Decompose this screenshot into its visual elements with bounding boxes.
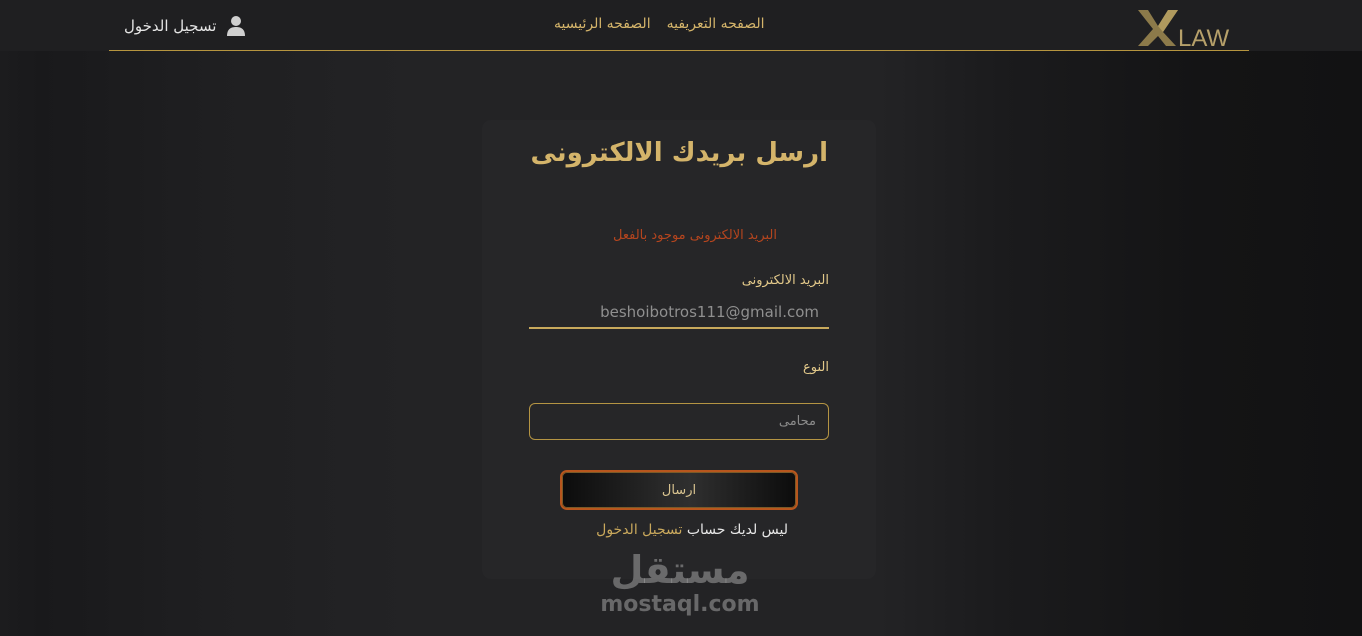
nav-links: الصفحه التعريفيه الصفحه الرئيسيه bbox=[554, 16, 765, 32]
signup-prompt: ليس لديك حساب تسجيل الدخول bbox=[596, 522, 788, 538]
type-select[interactable]: محامى bbox=[529, 403, 829, 440]
login-footer-link[interactable]: تسجيل الدخول bbox=[596, 522, 682, 538]
email-field[interactable] bbox=[529, 296, 829, 329]
xlaw-logo[interactable]: LAW bbox=[1136, 8, 1240, 48]
login-link[interactable]: تسجيل الدخول bbox=[124, 14, 246, 38]
form-title: ارسل بريدك الالكترونى bbox=[530, 138, 828, 168]
navbar: تسجيل الدخول الصفحه التعريفيه الصفحه الر… bbox=[0, 0, 1362, 51]
email-label: البريد الالكترونى bbox=[741, 273, 829, 288]
submit-button[interactable]: ارسال bbox=[560, 470, 798, 510]
email-form-card: ارسل بريدك الالكترونى البريد الالكترونى … bbox=[482, 120, 876, 579]
navbar-divider bbox=[109, 50, 1249, 51]
type-label: النوع bbox=[803, 360, 829, 375]
nav-link-intro[interactable]: الصفحه التعريفيه bbox=[667, 16, 765, 32]
user-icon bbox=[227, 16, 246, 36]
error-message: البريد الالكترونى موجود بالفعل bbox=[613, 228, 777, 243]
signup-prompt-text: ليس لديك حساب bbox=[686, 522, 788, 538]
logo-text: LAW bbox=[1178, 25, 1229, 48]
login-link-label: تسجيل الدخول bbox=[124, 17, 217, 35]
nav-link-home[interactable]: الصفحه الرئيسيه bbox=[554, 16, 651, 32]
type-select-value: محامى bbox=[778, 414, 816, 429]
